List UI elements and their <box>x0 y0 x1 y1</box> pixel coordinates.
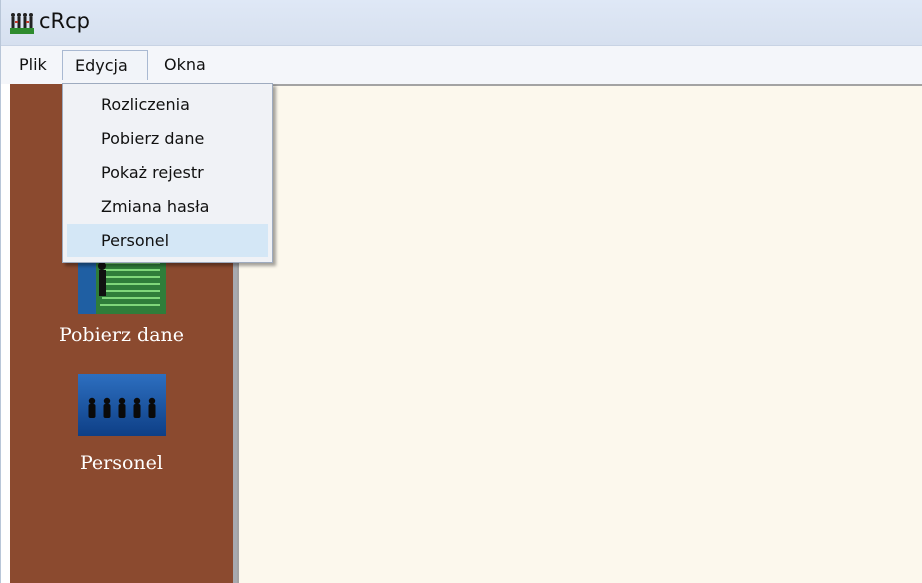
personnel-icon[interactable] <box>78 374 166 436</box>
edycja-dropdown-menu: Rozliczenia Pobierz dane Pokaż rejestr Z… <box>62 83 273 263</box>
menu-item-zmiana-hasla[interactable]: Zmiana hasła <box>67 190 268 223</box>
app-people-icon <box>10 12 34 34</box>
window-title: cRcp <box>39 9 91 33</box>
tile-personel-label[interactable]: Personel <box>10 452 233 474</box>
menu-edycja[interactable]: Edycja <box>62 50 148 80</box>
app-window: cRcp Plik Edycja Okna Pobierz dane Perso… <box>0 0 922 583</box>
menu-bar: Plik Edycja Okna <box>1 46 922 84</box>
menu-item-rozliczenia[interactable]: Rozliczenia <box>67 88 268 121</box>
menu-item-pobierz-dane[interactable]: Pobierz dane <box>67 122 268 155</box>
menu-item-personel[interactable]: Personel <box>67 224 268 257</box>
main-content-area <box>237 84 922 583</box>
menu-plik[interactable]: Plik <box>11 50 55 80</box>
title-bar[interactable]: cRcp <box>1 0 922 46</box>
menu-okna[interactable]: Okna <box>156 50 214 80</box>
menu-item-pokaz-rejestr[interactable]: Pokaż rejestr <box>67 156 268 189</box>
tile-pobierz-dane-label[interactable]: Pobierz dane <box>10 324 233 346</box>
data-download-icon[interactable] <box>78 256 166 318</box>
